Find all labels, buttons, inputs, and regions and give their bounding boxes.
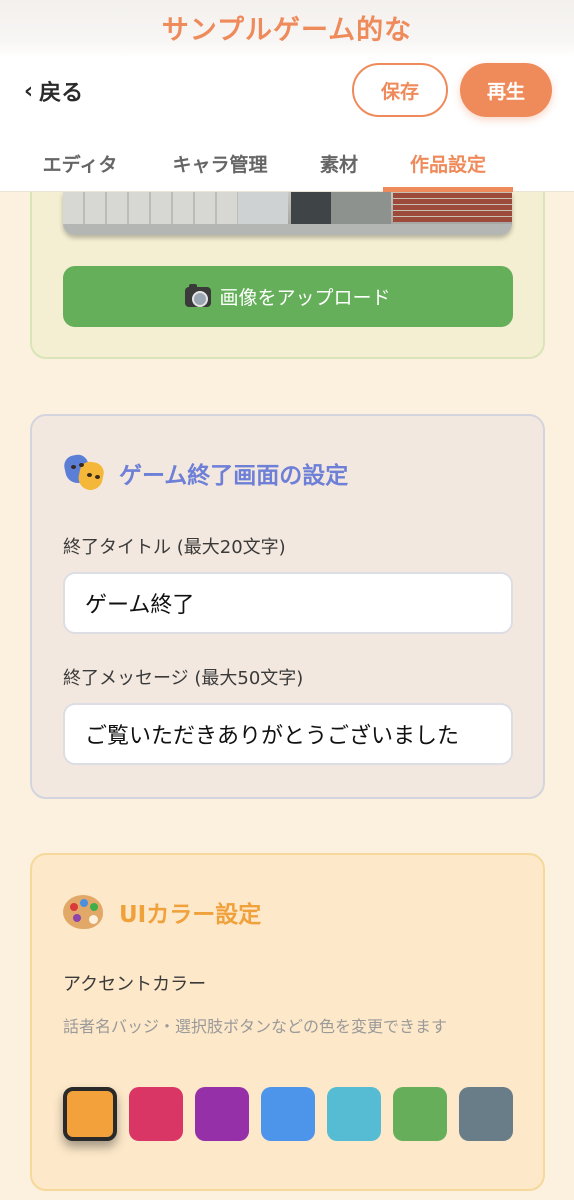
save-button[interactable]: 保存 (352, 63, 448, 117)
page: 画像をアップロード ゲーム終了画面の設定 終了タイトル (最大20文字) ゲーム… (0, 0, 574, 1200)
active-tab-indicator (383, 187, 513, 192)
theater-masks-icon (62, 452, 106, 493)
color-swatch[interactable] (63, 1087, 117, 1141)
end-screen-heading: ゲーム終了画面の設定 (62, 452, 349, 493)
color-swatch[interactable] (459, 1087, 513, 1141)
upload-image-button[interactable]: 画像をアップロード (63, 266, 513, 327)
ui-color-heading-text: UIカラー設定 (119, 902, 262, 928)
tab-characters[interactable]: キャラ管理 (150, 135, 290, 192)
color-swatch[interactable] (195, 1087, 249, 1141)
color-swatch[interactable] (261, 1087, 315, 1141)
tab-project-settings[interactable]: 作品設定 (383, 135, 513, 192)
accent-color-help: 話者名バッジ・選択肢ボタンなどの色を変更できます (63, 1017, 448, 1036)
end-title-input[interactable]: ゲーム終了 (63, 572, 513, 634)
tab-assets[interactable]: 素材 (300, 135, 378, 192)
camera-icon (185, 283, 212, 307)
background-image-preview (63, 192, 512, 235)
play-button[interactable]: 再生 (460, 63, 552, 117)
back-button[interactable]: ‹ 戻る (24, 75, 83, 107)
tab-editor[interactable]: エディタ (22, 135, 138, 192)
tab-project-settings-label: 作品設定 (409, 154, 486, 176)
chevron-left-icon: ‹ (24, 78, 34, 104)
tab-editor-label: エディタ (42, 154, 118, 176)
upload-image-label: 画像をアップロード (219, 287, 391, 309)
color-swatch[interactable] (393, 1087, 447, 1141)
end-screen-heading-text: ゲーム終了画面の設定 (119, 463, 349, 489)
end-message-input[interactable]: ご覧いただきありがとうございました (63, 703, 513, 765)
tab-assets-label: 素材 (319, 154, 358, 176)
ui-color-heading: UIカラー設定 (63, 893, 261, 931)
accent-color-label: アクセントカラー (63, 974, 207, 995)
palette-icon (63, 893, 105, 931)
game-title: サンプルゲーム的な (161, 15, 413, 46)
end-title-label: 終了タイトル (最大20文字) (63, 537, 286, 558)
back-label: 戻る (39, 81, 84, 106)
color-swatch[interactable] (327, 1087, 381, 1141)
end-message-label: 終了メッセージ (最大50文字) (63, 668, 304, 689)
app-header: サンプルゲーム的な ‹ 戻る 保存 再生 (0, 0, 574, 135)
color-swatch[interactable] (129, 1087, 183, 1141)
tab-bar: エディタ キャラ管理 素材 作品設定 (0, 135, 574, 192)
tab-characters-label: キャラ管理 (172, 154, 268, 176)
